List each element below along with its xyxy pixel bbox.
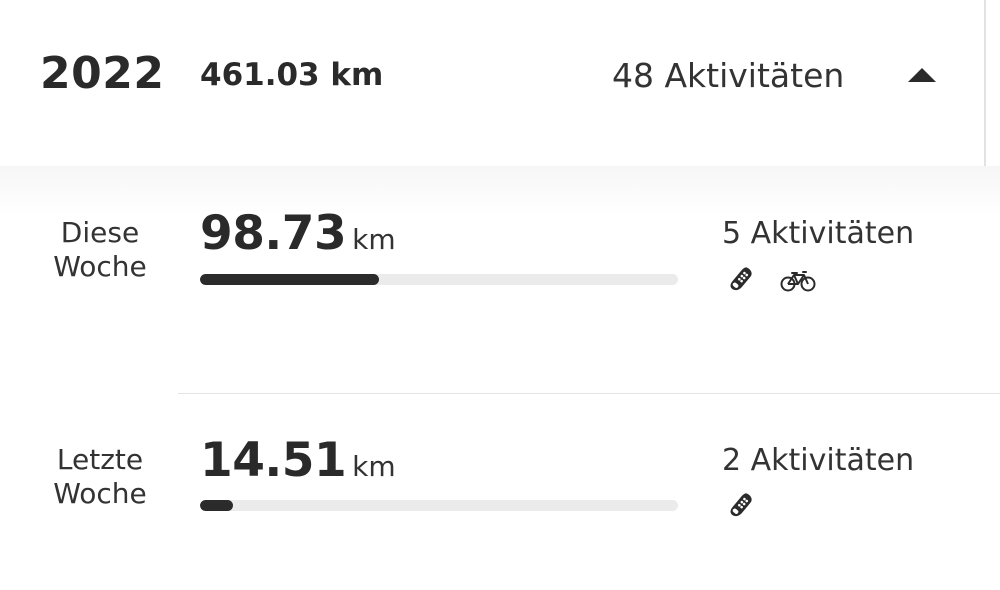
week-distance: 14.51 km <box>200 433 396 488</box>
week-label-line1: Diese <box>60 216 140 249</box>
week-progress-bar <box>200 274 678 285</box>
week-activity-types <box>728 266 816 296</box>
weekly-stats: Diese Woche 98.73 km 5 Aktivitäten Letzt… <box>0 166 1000 590</box>
week-activity-count: 5 Aktivitäten <box>722 216 915 251</box>
week-distance-value: 98.73 <box>200 206 347 261</box>
week-label-line2: Woche <box>53 250 147 283</box>
running-shoe-icon <box>730 267 752 291</box>
week-progress-bar <box>200 500 678 511</box>
year-summary-row[interactable]: 2022 461.03 km 48 Aktivitäten <box>0 0 1000 167</box>
week-label: Diese Woche <box>0 216 200 284</box>
week-label-line2: Woche <box>53 477 147 510</box>
bicycle-icon <box>780 271 816 292</box>
week-divider <box>178 393 1000 394</box>
week-distance-unit: km <box>352 450 396 483</box>
week-label-line1: Letzte <box>56 443 144 476</box>
week-label: Letzte Woche <box>0 443 200 511</box>
activity-summary-page: 2022 461.03 km 48 Aktivitäten Diese Woch… <box>0 0 1000 590</box>
week-distance-unit: km <box>352 223 396 256</box>
week-activity-count: 2 Aktivitäten <box>722 443 915 478</box>
year-activity-count: 48 Aktivitäten <box>612 56 845 95</box>
week-progress-fill <box>200 500 234 511</box>
week-distance: 98.73 km <box>200 206 396 261</box>
chevron-up-icon <box>908 68 936 82</box>
collapse-toggle-button[interactable] <box>896 56 948 96</box>
week-activity-types <box>728 492 758 522</box>
week-progress-fill <box>200 274 380 285</box>
year-distance: 461.03 km <box>200 57 384 93</box>
running-shoe-icon <box>730 493 752 517</box>
year-label: 2022 <box>40 48 165 99</box>
week-distance-value: 14.51 <box>200 433 347 488</box>
